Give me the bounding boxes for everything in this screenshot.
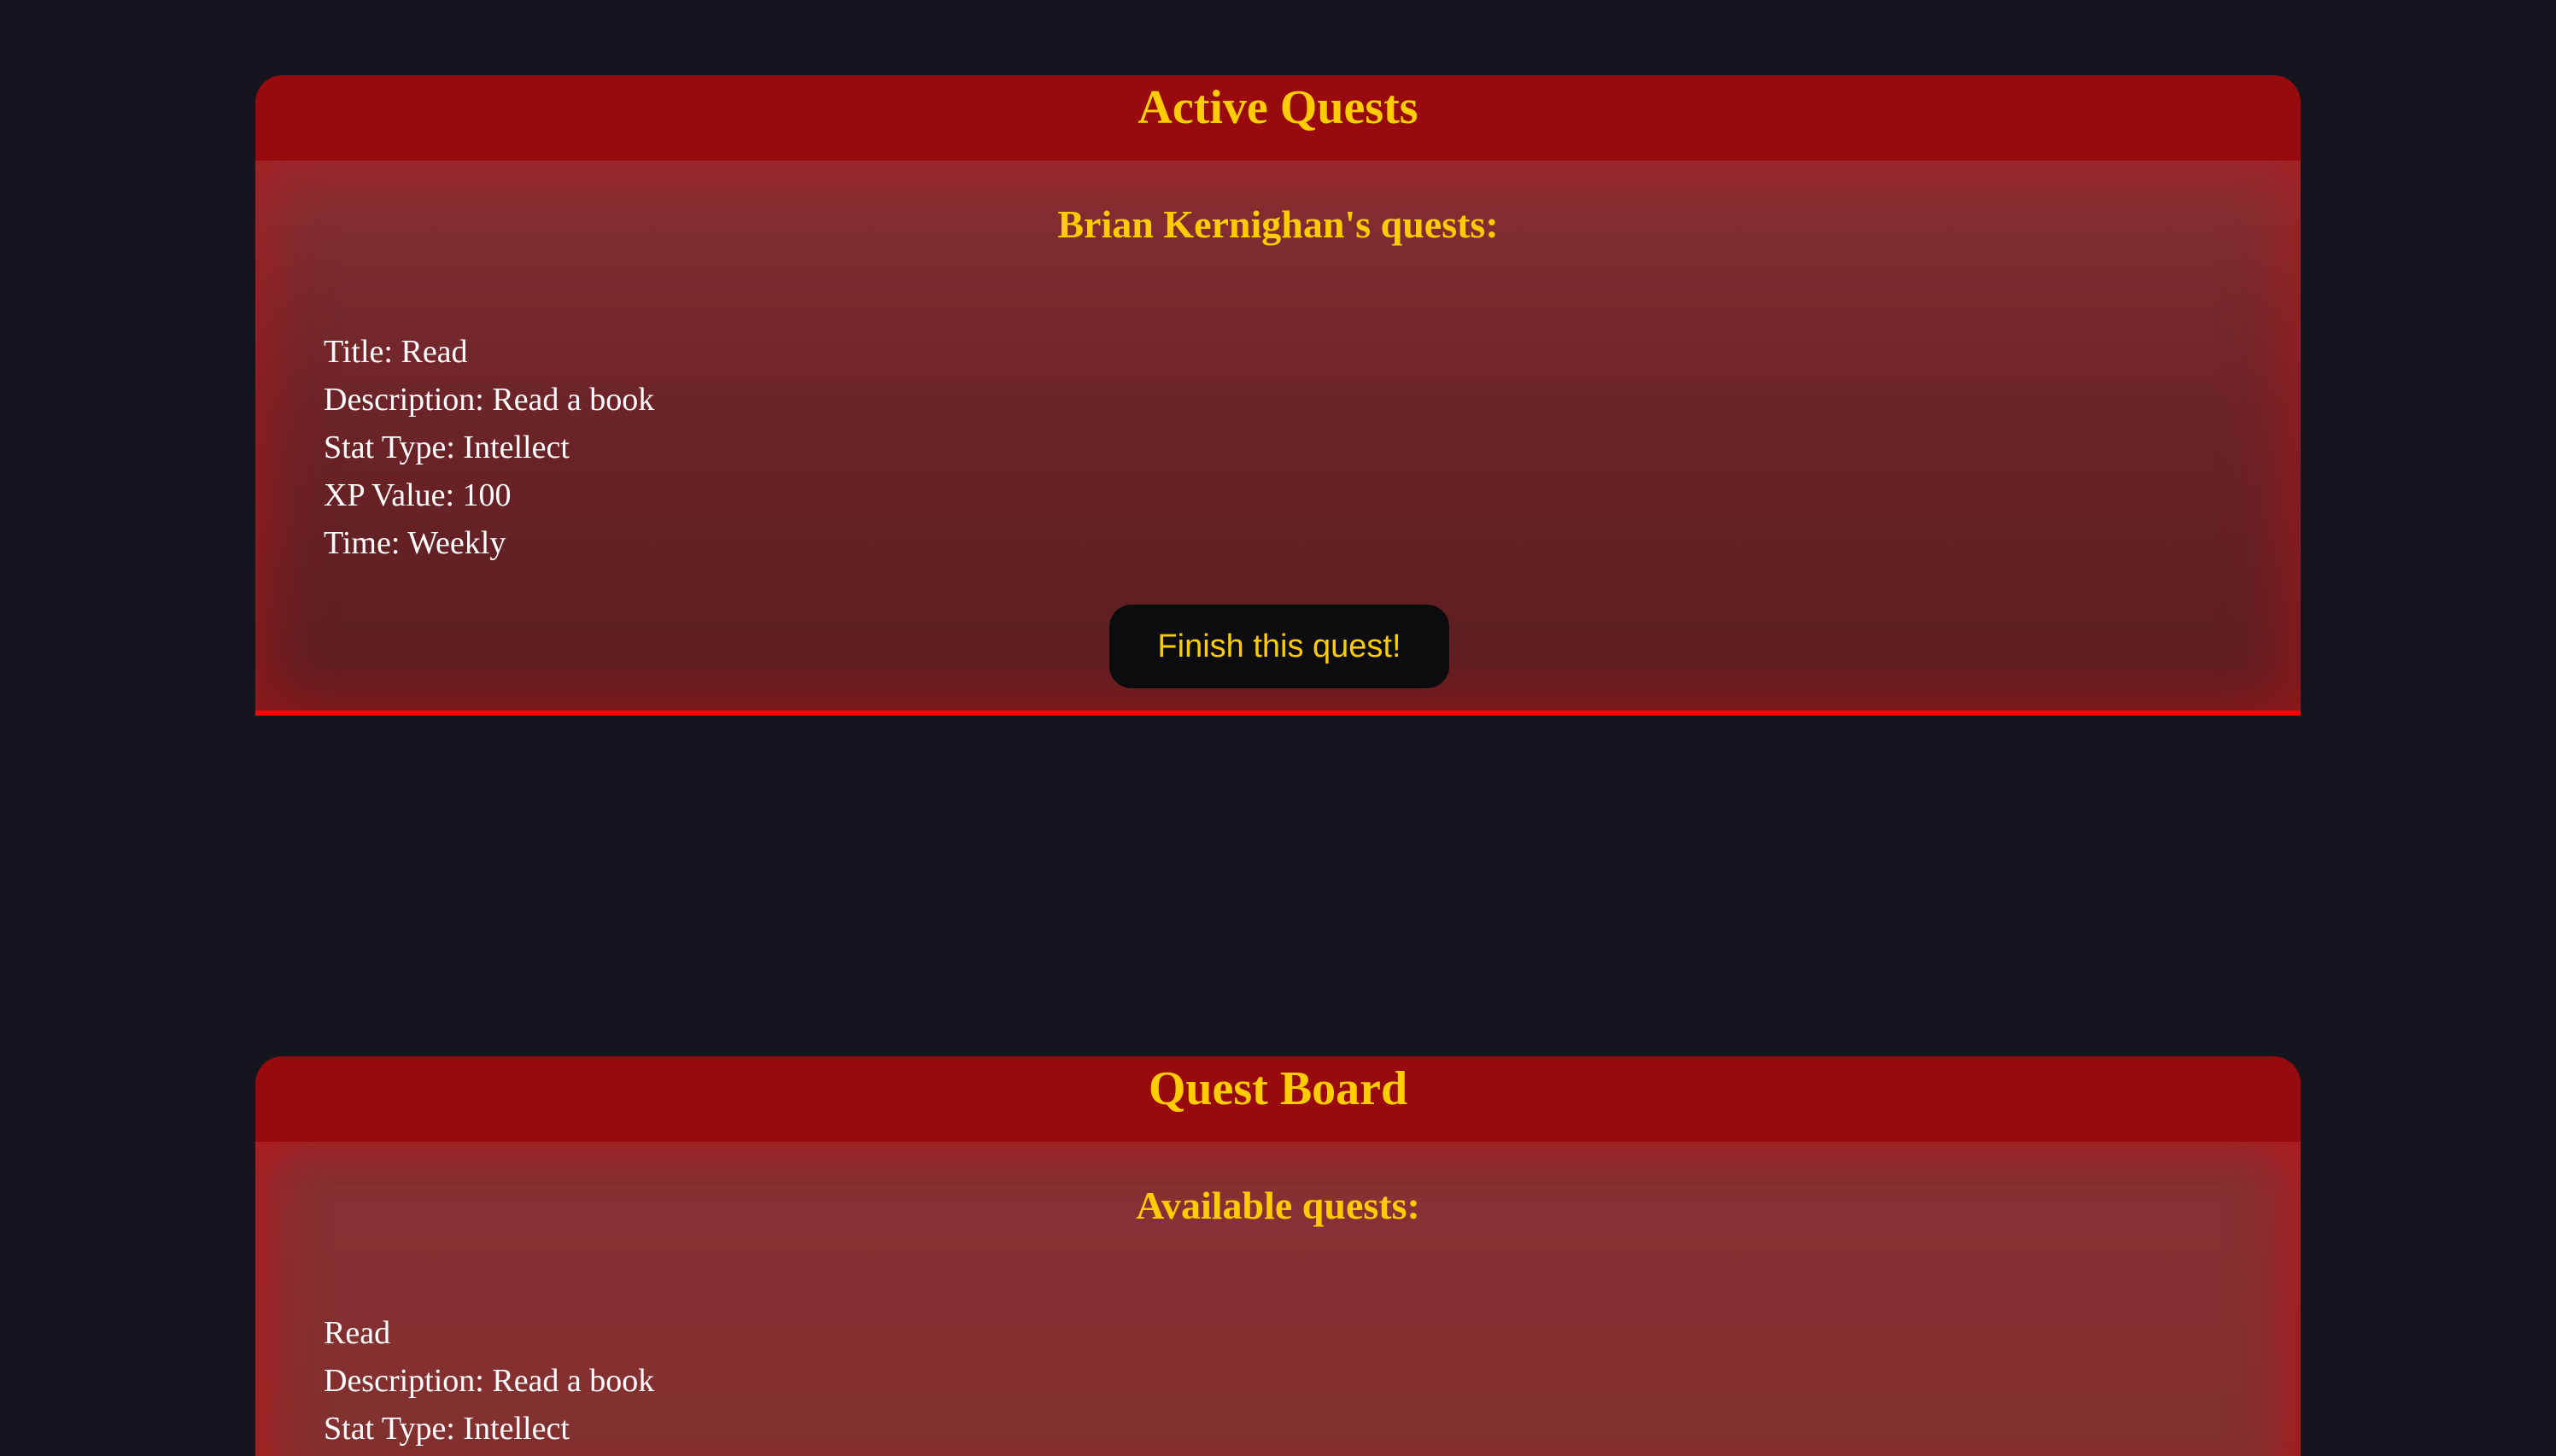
available-quest-item: Read Description: Read a book Stat Type:… (324, 1309, 654, 1453)
active-quests-body: Brian Kernighan's quests: Title: Read De… (255, 161, 2301, 716)
quest-xp-value: XP Value: 100 (324, 477, 512, 513)
quest-board-header: Quest Board (255, 1056, 2301, 1142)
active-quest-item: Title: Read Description: Read a book Sta… (324, 328, 654, 567)
quest-time: Time: Weekly (324, 525, 506, 561)
finish-quest-button[interactable]: Finish this quest! (1109, 605, 1449, 688)
active-quests-title: Active Quests (1138, 81, 1418, 134)
quest-title: Read (324, 1315, 391, 1351)
active-quests-header: Active Quests (255, 75, 2301, 161)
quest-stat-type: Stat Type: Intellect (324, 430, 570, 465)
quest-board-title: Quest Board (1148, 1062, 1408, 1115)
quest-board-body: Available quests: Read Description: Read… (255, 1142, 2301, 1456)
available-quests-heading: Available quests: (1136, 1184, 1420, 1227)
quest-description: Description: Read a book (324, 1363, 655, 1399)
player-quests-heading: Brian Kernighan's quests: (1057, 202, 1499, 246)
quest-description: Description: Read a book (324, 382, 655, 418)
quest-stat-type: Stat Type: Intellect (324, 1411, 570, 1447)
quest-board-panel: Quest Board Available quests: Read Descr… (255, 1056, 2301, 1456)
quest-title: Title: Read (324, 334, 468, 370)
active-quests-panel: Active Quests Brian Kernighan's quests: … (255, 75, 2301, 716)
